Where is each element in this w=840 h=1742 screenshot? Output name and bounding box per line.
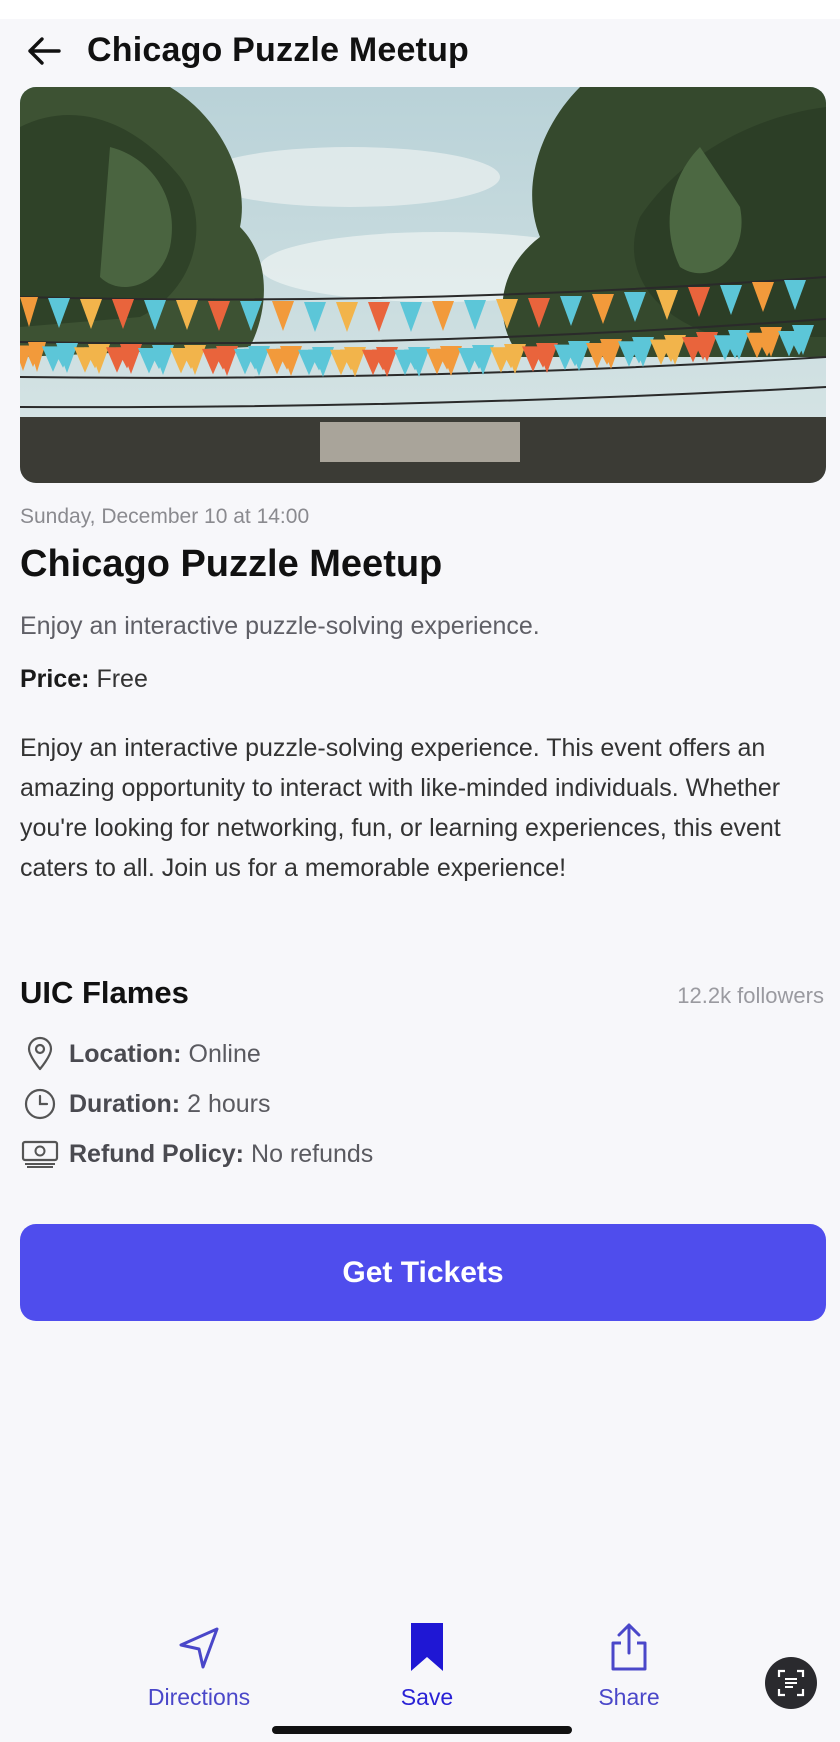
duration-value: 2 hours [187, 1089, 271, 1118]
event-title: Chicago Puzzle Meetup [20, 543, 443, 585]
organizer-name[interactable]: UIC Flames [20, 975, 189, 1011]
page-title: Chicago Puzzle Meetup [87, 31, 470, 69]
arrow-left-icon [28, 37, 61, 65]
save-label: Save [400, 1684, 454, 1710]
duration-row: Duration: 2 hours [20, 1084, 271, 1124]
location-label: Location: [69, 1039, 182, 1068]
home-indicator [272, 1726, 572, 1734]
get-tickets-button[interactable]: Get Tickets [20, 1224, 826, 1321]
header: Chicago Puzzle Meetup [0, 19, 840, 87]
share-button[interactable]: Share [549, 1620, 709, 1711]
location-row: Location: Online [20, 1034, 261, 1074]
back-button[interactable] [20, 27, 68, 75]
scan-text-button[interactable] [765, 1657, 817, 1709]
event-description: Enjoy an interactive puzzle-solving expe… [20, 734, 781, 882]
save-button[interactable]: Save [347, 1620, 507, 1711]
event-detail-screen: Chicago Puzzle Meetup Sunday, December 1… [0, 0, 840, 1742]
share-icon [549, 1620, 709, 1674]
money-icon [20, 1134, 60, 1174]
event-subtitle: Enjoy an interactive puzzle-solving expe… [20, 612, 540, 640]
price-value: Free [96, 665, 148, 693]
event-date: Sunday, December 10 at 14:00 [20, 505, 310, 528]
refund-label: Refund Policy: [69, 1139, 245, 1168]
price-label: Price: [20, 665, 90, 693]
scan-text-icon [777, 1669, 805, 1697]
status-strip [0, 0, 840, 19]
map-pin-icon [20, 1034, 60, 1074]
refund-row: Refund Policy: No refunds [20, 1134, 373, 1174]
directions-label: Directions [147, 1684, 251, 1710]
refund-value: No refunds [251, 1139, 374, 1168]
share-label: Share [598, 1684, 660, 1710]
location-value: Online [188, 1039, 261, 1068]
clock-icon [20, 1084, 60, 1124]
navigation-arrow-icon [119, 1620, 279, 1674]
bookmark-icon [347, 1620, 507, 1674]
directions-button[interactable]: Directions [119, 1620, 279, 1711]
event-price: Price: Free [20, 665, 148, 694]
duration-label: Duration: [69, 1089, 181, 1118]
event-hero-image [20, 87, 826, 483]
organizer-followers: 12.2k followers [677, 983, 824, 1008]
